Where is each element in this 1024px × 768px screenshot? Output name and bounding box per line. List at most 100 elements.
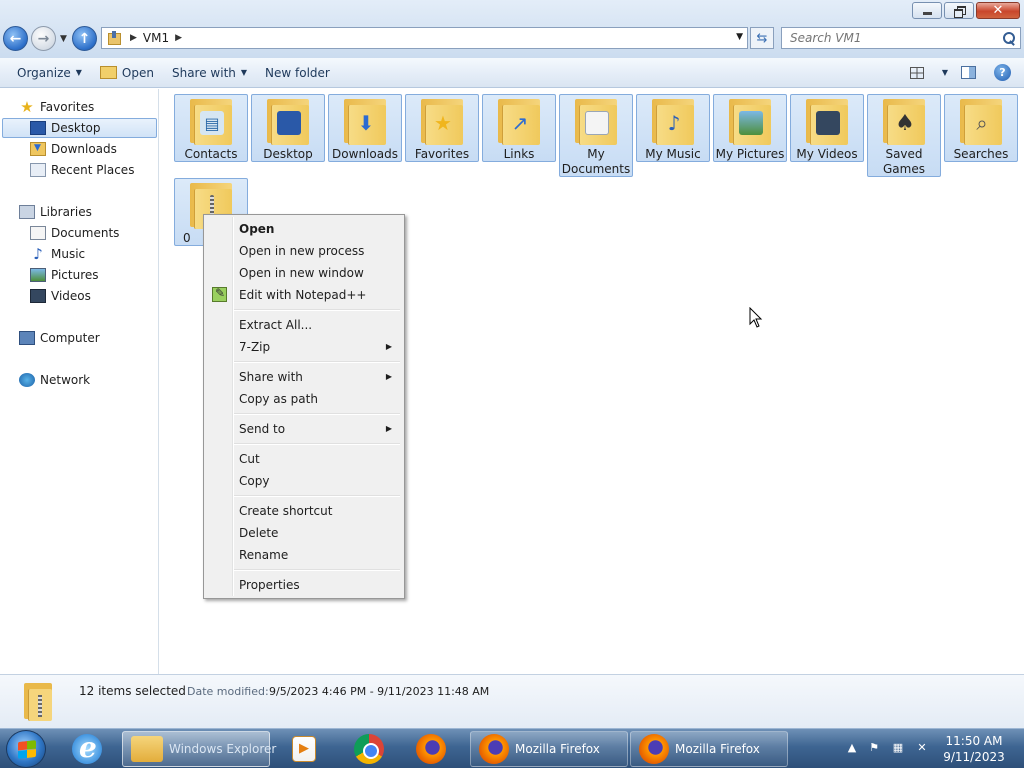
address-bar[interactable]: ▶ VM1 ▶ ▼ (101, 27, 748, 49)
file-item-searches[interactable]: ⌕ Searches (944, 94, 1018, 162)
close-button[interactable]: ✕ (976, 2, 1020, 19)
menu-item-cut[interactable]: Cut (206, 448, 402, 470)
menu-item-open-new-process[interactable]: Open in new process (206, 240, 402, 262)
search-input[interactable] (782, 28, 992, 48)
file-item-label: My Videos (796, 147, 858, 161)
menu-separator (234, 495, 400, 497)
clock[interactable]: 11:50 AM 9/11/2023 (930, 733, 1018, 765)
file-item-contacts[interactable]: ▤ Contacts (174, 94, 248, 162)
music-folder-icon: ♪ (667, 111, 681, 135)
menu-item-send-to[interactable]: Send to ▶ (206, 418, 402, 440)
taskbar-windows-explorer[interactable]: Windows Explorer (122, 731, 276, 767)
file-item-saved-games[interactable]: ♠ Saved Games (867, 94, 941, 177)
view-options-button[interactable]: ▼ (933, 60, 952, 86)
organize-button[interactable]: Organize ▼ (8, 60, 91, 86)
help-button[interactable]: ? (985, 60, 1020, 86)
recent-pages-dropdown-icon[interactable]: ▼ (60, 34, 67, 44)
share-with-button[interactable]: Share with ▼ (163, 60, 256, 86)
taskbar-firefox-window-2[interactable]: Mozilla Firefox (630, 731, 788, 767)
file-item-my-documents[interactable]: My Documents (559, 94, 633, 177)
downloads-folder-icon (30, 142, 46, 156)
menu-item-copy[interactable]: Copy (206, 470, 402, 492)
menu-item-open-new-window[interactable]: Open in new window (206, 262, 402, 284)
internet-explorer-icon (72, 731, 102, 764)
library-location-icon (106, 30, 124, 46)
menu-item-create-shortcut[interactable]: Create shortcut (206, 500, 402, 522)
menu-separator (234, 443, 400, 445)
search-icon[interactable] (1002, 31, 1016, 45)
menu-item-edit-notepadpp[interactable]: Edit with Notepad++ (206, 284, 402, 306)
up-arrow-icon: ↑ (78, 30, 91, 47)
menu-item-extract-all[interactable]: Extract All... (206, 314, 402, 336)
refresh-button[interactable]: ⇆ (750, 27, 774, 49)
share-with-label: Share with (171, 65, 236, 80)
menu-item-copy-as-path[interactable]: Copy as path (206, 388, 402, 410)
restore-button[interactable] (944, 2, 974, 19)
file-item-my-music[interactable]: ♪ My Music (636, 94, 710, 162)
start-button[interactable] (6, 730, 46, 768)
menu-item-properties[interactable]: Properties (206, 574, 402, 596)
pictures-folder-icon (739, 111, 763, 135)
nav-item-desktop[interactable]: Desktop (2, 118, 157, 138)
menu-item-label: Share with (239, 370, 303, 384)
back-button[interactable]: ← (3, 26, 28, 51)
taskbar-firefox-window-1[interactable]: Mozilla Firefox (470, 731, 628, 767)
file-item-desktop[interactable]: Desktop (251, 94, 325, 162)
links-folder-icon: ↗ (511, 111, 529, 135)
window-controls: ✕ (912, 2, 1020, 19)
file-item-my-videos[interactable]: My Videos (790, 94, 864, 162)
nav-item-pictures[interactable]: Pictures (30, 265, 99, 285)
open-button[interactable]: Open (91, 60, 163, 86)
up-button[interactable]: ↑ (72, 26, 97, 51)
nav-item-music[interactable]: ♪ Music (30, 244, 85, 264)
nav-libraries[interactable]: Libraries (19, 202, 92, 222)
forward-button[interactable]: → (31, 26, 56, 51)
desktop-icon (30, 121, 46, 135)
file-item-my-pictures[interactable]: My Pictures (713, 94, 787, 162)
nav-favorites[interactable]: ★ Favorites (19, 97, 94, 117)
menu-item-7zip[interactable]: 7-Zip ▶ (206, 336, 402, 358)
breadcrumb-chevron-icon[interactable]: ▶ (175, 33, 182, 43)
pictures-icon (30, 268, 46, 282)
mouse-cursor-icon (749, 307, 763, 328)
file-item-label: Searches (953, 147, 1009, 161)
windows-explorer-icon (131, 736, 163, 762)
nav-item-videos[interactable]: Videos (30, 286, 91, 306)
action-center-icon[interactable]: ⚑ (866, 741, 882, 757)
nav-item-documents[interactable]: Documents (30, 223, 119, 243)
volume-muted-icon[interactable]: ✕ (914, 741, 930, 757)
taskbar-internet-explorer[interactable] (64, 731, 116, 767)
menu-item-share-with[interactable]: Share with ▶ (206, 366, 402, 388)
downloads-folder-icon: ⬇ (357, 111, 375, 135)
menu-item-label: Open (239, 222, 275, 236)
minimize-button[interactable] (912, 2, 942, 19)
file-item-favorites[interactable]: ★ Favorites (405, 94, 479, 162)
taskbar-media-player[interactable] (284, 731, 336, 767)
preview-pane-button[interactable] (952, 60, 985, 86)
breadcrumb-chevron-icon[interactable]: ▶ (130, 33, 137, 43)
network-icon (19, 373, 35, 387)
nav-network[interactable]: Network (19, 370, 90, 390)
address-dropdown-icon[interactable]: ▼ (736, 32, 743, 42)
file-item-links[interactable]: ↗ Links (482, 94, 556, 162)
menu-item-open[interactable]: Open (206, 218, 402, 240)
network-status-icon[interactable]: ▦ (890, 741, 906, 757)
nav-item-downloads[interactable]: Downloads (30, 139, 117, 159)
taskbar-firefox-launcher[interactable] (408, 731, 460, 767)
menu-separator (234, 569, 400, 571)
show-hidden-icons-icon[interactable]: ▲ (844, 741, 860, 757)
menu-item-label: Copy as path (239, 392, 318, 406)
nav-item-recent-places[interactable]: Recent Places (30, 160, 134, 180)
new-folder-button[interactable]: New folder (256, 60, 339, 86)
file-item-downloads[interactable]: ⬇ Downloads (328, 94, 402, 162)
menu-separator (234, 413, 400, 415)
menu-item-delete[interactable]: Delete (206, 522, 402, 544)
date-modified-label: Date modified: (187, 685, 269, 698)
taskbar-chrome[interactable] (346, 731, 398, 767)
search-box[interactable] (781, 27, 1021, 49)
breadcrumb-vm1[interactable]: VM1 (143, 31, 169, 45)
change-view-button[interactable] (901, 60, 933, 86)
menu-separator (234, 361, 400, 363)
menu-item-rename[interactable]: Rename (206, 544, 402, 566)
nav-computer[interactable]: Computer (19, 328, 100, 348)
